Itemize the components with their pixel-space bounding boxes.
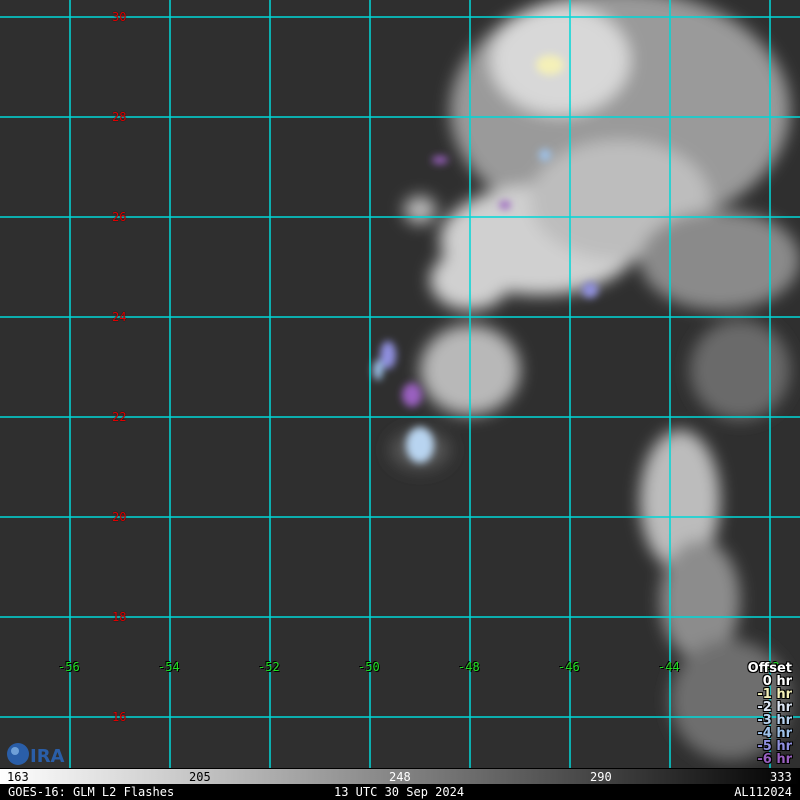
brightness-temperature-colorbar: 163 205 248 290 333	[0, 768, 800, 785]
longitude-label: -52	[258, 660, 280, 674]
colorbar-tick: 333	[770, 770, 792, 784]
product-name: GOES-16: GLM L2 Flashes	[8, 785, 175, 799]
colorbar-tick: 163	[7, 770, 29, 784]
legend-entry: -6 hr	[757, 752, 792, 767]
colorbar-tick: 290	[590, 770, 612, 784]
latitude-label: 30	[112, 10, 127, 24]
latitude-label: 18	[112, 610, 127, 624]
latitude-label: 28	[112, 110, 127, 124]
image-time: 13 UTC 30 Sep 2024	[334, 785, 465, 799]
info-bar: GOES-16: GLM L2 Flashes 13 UTC 30 Sep 20…	[0, 784, 800, 800]
latitude-label: 24	[112, 310, 127, 324]
svg-text:IRA: IRA	[30, 746, 65, 767]
cira-logo: IRA	[7, 743, 65, 767]
longitude-label: -50	[358, 660, 380, 674]
time-offset-legend: Offset 0 hr -1 hr -2 hr -3 hr -4 hr -5 h…	[748, 662, 792, 766]
longitude-label: -48	[458, 660, 480, 674]
latitude-label: 22	[112, 410, 127, 424]
latitude-label: 16	[112, 710, 127, 724]
latitude-label: 26	[112, 210, 127, 224]
longitude-label: -46	[558, 660, 580, 674]
storm-id: AL112024	[734, 785, 792, 799]
satellite-image-viewer: 30 28 26 24 22 20 18 16 -56 -54 -52 -50 …	[0, 0, 800, 800]
latitude-label: 20	[112, 510, 127, 524]
longitude-label: -44	[658, 660, 680, 674]
longitude-label: -54	[158, 660, 180, 674]
colorbar-tick: 205	[189, 770, 211, 784]
colorbar-tick: 248	[389, 770, 411, 784]
longitude-label: -56	[58, 660, 80, 674]
